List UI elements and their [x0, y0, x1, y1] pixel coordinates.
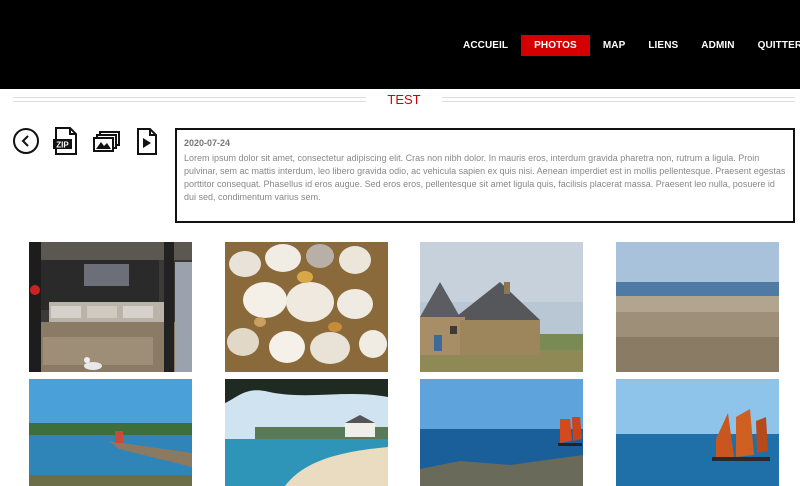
photo-thumbnail-beach[interactable] [616, 242, 779, 372]
zip-label: ZIP [56, 141, 69, 150]
photo-thumbnail-harbor-jetty[interactable] [29, 379, 192, 486]
nav-map[interactable]: MAP [593, 35, 636, 56]
album-title: TEST [387, 92, 421, 107]
slideshow-icon[interactable] [93, 131, 120, 153]
play-icon[interactable] [136, 128, 158, 155]
nav-admin[interactable]: ADMIN [691, 35, 744, 56]
divider-right [442, 97, 795, 102]
photo-thumbnail-pebbles[interactable] [225, 242, 388, 372]
main-nav: ACCUEIL PHOTOS MAP LIENS ADMIN QUITTER [453, 35, 800, 56]
nav-accueil[interactable]: ACCUEIL [453, 35, 518, 56]
zip-download-icon[interactable]: ZIP [53, 127, 78, 155]
photo-thumbnail-cove-beach[interactable] [225, 379, 388, 486]
photo-thumbnail-shop-interior[interactable] [29, 242, 192, 372]
nav-photos[interactable]: PHOTOS [521, 35, 590, 56]
divider-left [13, 97, 366, 102]
photo-thumbnail-sailboat-rocks[interactable] [420, 379, 583, 486]
nav-liens[interactable]: LIENS [638, 35, 688, 56]
header: ACCUEIL PHOTOS MAP LIENS ADMIN QUITTER [0, 0, 800, 89]
album-description: Lorem ipsum dolor sit amet, consectetur … [184, 153, 786, 202]
album-description-box: 2020-07-24 Lorem ipsum dolor sit amet, c… [175, 128, 795, 223]
album-title-strip: TEST [0, 89, 800, 111]
album-date: 2020-07-24 [184, 138, 231, 148]
back-arrow-icon[interactable] [13, 128, 39, 154]
photo-thumbnail-stone-chapel[interactable] [420, 242, 583, 372]
photo-thumbnail-sailboat-sea[interactable] [616, 379, 779, 486]
nav-quitter[interactable]: QUITTER [748, 35, 800, 56]
